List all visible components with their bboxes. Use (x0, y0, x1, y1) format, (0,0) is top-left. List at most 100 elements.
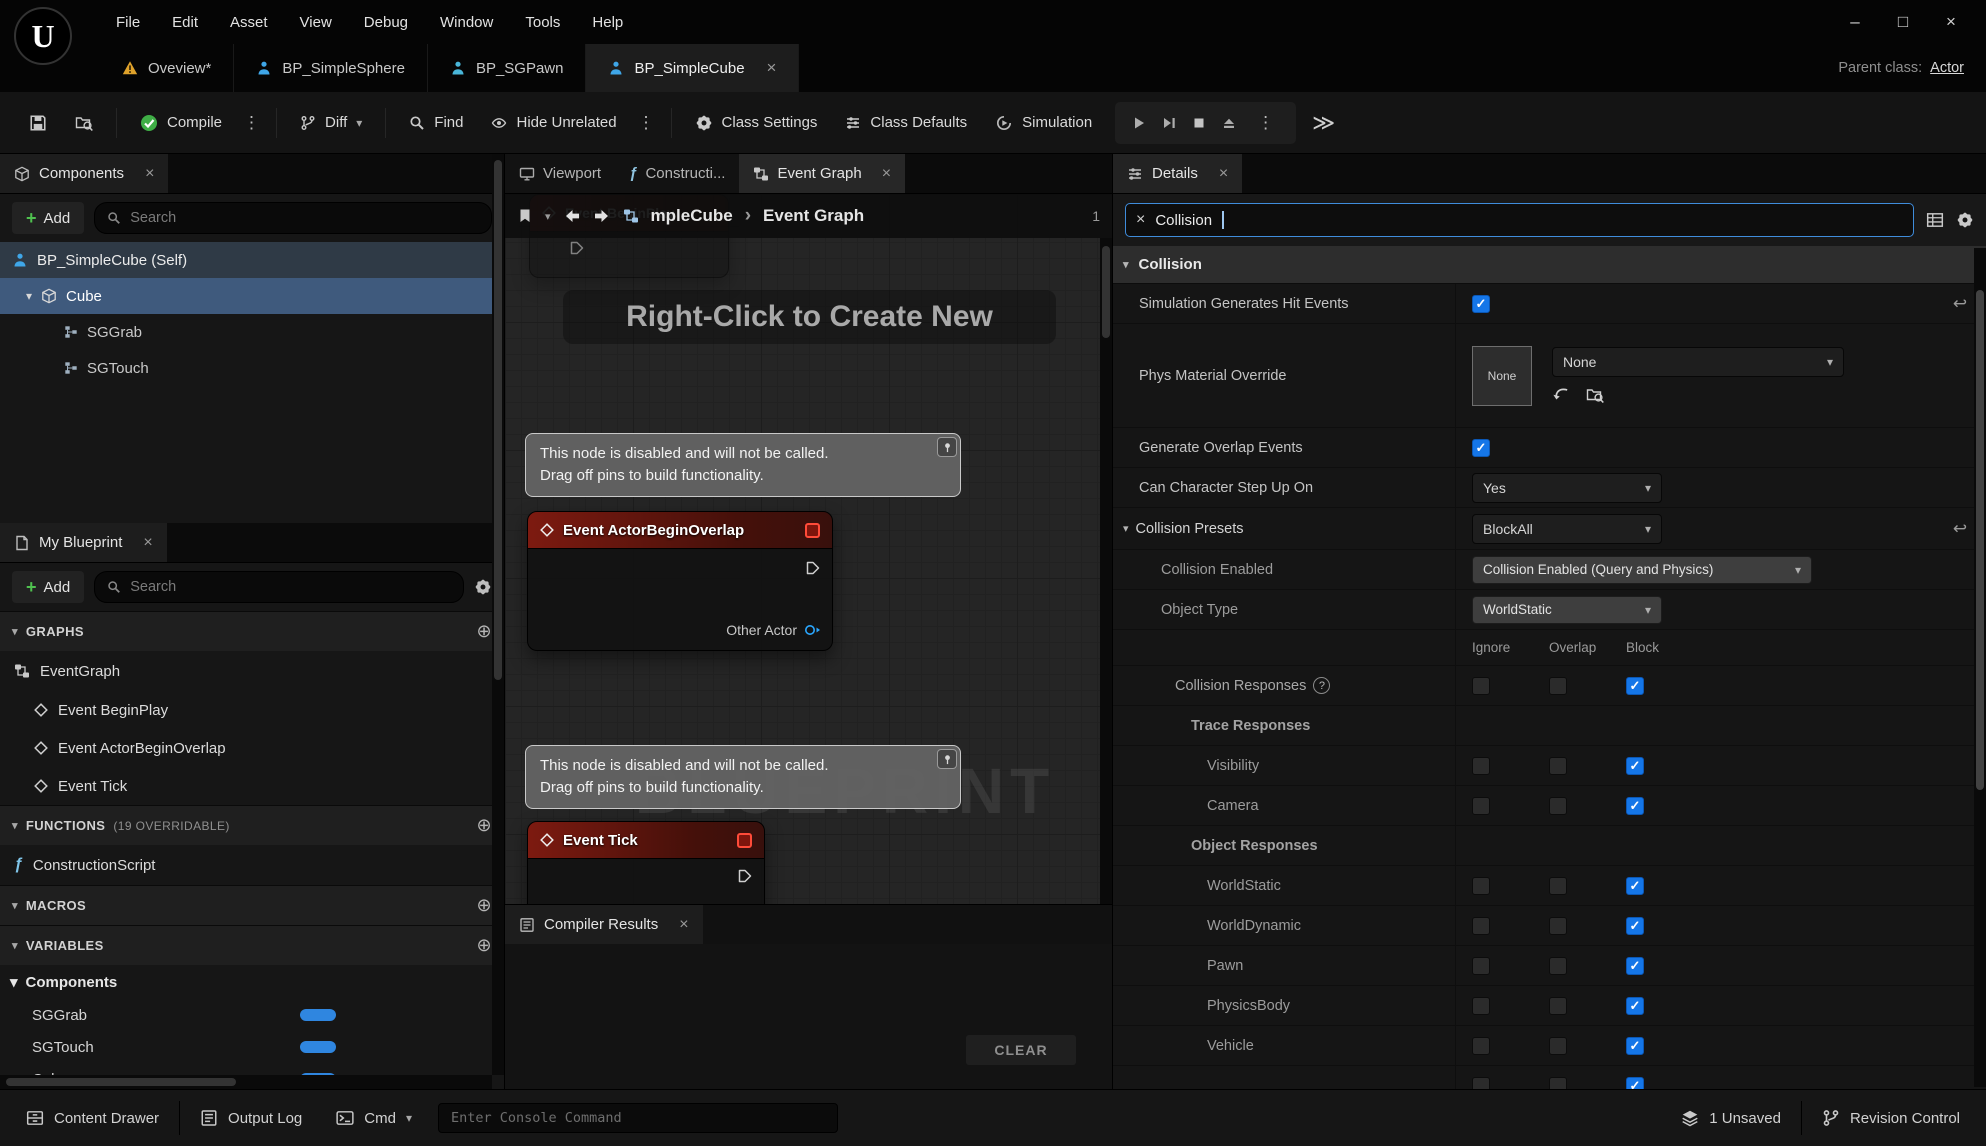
tree-item-sgtouch[interactable]: SGTouch (0, 350, 504, 386)
add-variable-icon[interactable]: ⊕ (477, 935, 492, 956)
checkbox-simulation-generates-hit-events[interactable] (1472, 295, 1490, 313)
parent-class-link[interactable]: Actor (1930, 60, 1964, 76)
checkbox-ignore[interactable] (1472, 1037, 1490, 1055)
stop-icon[interactable] (1191, 115, 1207, 131)
checkbox-block[interactable] (1626, 1077, 1644, 1089)
my-blueprint-search-input[interactable] (130, 579, 451, 595)
collision-enabled-dropdown[interactable]: Collision Enabled (Query and Physics) ▾ (1472, 556, 1812, 584)
object-pin-icon[interactable] (804, 623, 822, 637)
scrollbar-thumb[interactable] (1102, 246, 1110, 338)
menu-tools[interactable]: Tools (509, 0, 576, 44)
toolbar-overflow-icon[interactable]: ≫ (1312, 110, 1335, 136)
phys-material-thumbnail[interactable]: None (1472, 346, 1532, 406)
tab-details[interactable]: Details × (1113, 154, 1242, 193)
graphs-section-header[interactable]: ▾ GRAPHS ⊕ (0, 611, 504, 651)
pushpin-icon[interactable] (937, 437, 957, 457)
tab-bp-sgpawn[interactable]: BP_SGPawn (428, 44, 587, 92)
bookmark-chevron-icon[interactable]: ▾ (545, 210, 551, 223)
checkbox-generate-overlap-events[interactable] (1472, 439, 1490, 457)
eject-icon[interactable] (1221, 115, 1237, 131)
tab-compiler-results[interactable]: Compiler Results × (505, 905, 703, 944)
clear-button[interactable]: CLEAR (966, 1035, 1076, 1065)
tree-item-cube[interactable]: ▾ Cube (0, 278, 504, 314)
tab-viewport[interactable]: Viewport (505, 154, 615, 193)
tab-overview[interactable]: Oveview* (100, 44, 234, 92)
play-options-icon[interactable]: ⋮ (1251, 113, 1280, 133)
simulation-button[interactable]: Simulation (982, 101, 1105, 145)
display-options-icon[interactable] (1926, 211, 1944, 229)
checkbox-overlap[interactable] (1549, 1077, 1567, 1089)
details-vertical-scrollbar[interactable] (1974, 248, 1986, 1087)
minimize-button[interactable]: – (1836, 7, 1874, 37)
object-type-dropdown[interactable]: WorldStatic ▾ (1472, 596, 1662, 624)
node-event-actorbeginoverlap[interactable]: Event ActorBeginOverlap Other Actor (527, 511, 833, 651)
bookmark-icon[interactable] (517, 208, 533, 224)
my-blueprint-search[interactable] (94, 571, 464, 603)
checkbox-overlap[interactable] (1549, 757, 1567, 775)
help-icon[interactable]: ? (1313, 677, 1330, 694)
checkbox-ignore[interactable] (1472, 997, 1490, 1015)
checkbox-ignore[interactable] (1472, 757, 1490, 775)
checkbox-ignore[interactable] (1472, 957, 1490, 975)
tree-item-self[interactable]: BP_SimpleCube (Self) (0, 242, 504, 278)
tab-bp-simplecube[interactable]: BP_SimpleCube × (586, 44, 799, 92)
functions-section-header[interactable]: ▾ FUNCTIONS (19 OVERRIDABLE) ⊕ (0, 805, 504, 845)
add-graph-icon[interactable]: ⊕ (477, 621, 492, 642)
phys-material-dropdown[interactable]: None ▾ (1552, 347, 1844, 377)
add-blueprint-item-button[interactable]: + Add (12, 571, 84, 603)
revert-icon[interactable]: ↩ (1953, 294, 1967, 314)
variable-sgtouch[interactable]: SGTouch (0, 1031, 504, 1063)
checkbox-overlap[interactable] (1549, 997, 1567, 1015)
node-event-tick[interactable]: Event Tick (527, 821, 765, 904)
cmd-button[interactable]: Cmd ▾ (322, 1098, 426, 1138)
checkbox-block[interactable] (1626, 677, 1644, 695)
checkbox-block[interactable] (1626, 877, 1644, 895)
variables-section-header[interactable]: ▾ VARIABLES ⊕ (0, 925, 504, 965)
output-log-button[interactable]: Output Log (186, 1098, 316, 1138)
menu-edit[interactable]: Edit (156, 0, 214, 44)
forward-arrow-icon[interactable] (593, 207, 611, 225)
console-command-input[interactable] (451, 1110, 825, 1126)
menu-view[interactable]: View (284, 0, 348, 44)
tab-bp-simplesphere[interactable]: BP_SimpleSphere (234, 44, 428, 92)
menu-help[interactable]: Help (576, 0, 639, 44)
content-drawer-button[interactable]: Content Drawer (12, 1098, 173, 1138)
components-search-input[interactable] (130, 210, 479, 226)
checkbox-block[interactable] (1626, 957, 1644, 975)
details-search-box[interactable]: × Collision (1125, 203, 1914, 237)
event-graph-canvas[interactable]: Event BeginPlay ▾ mpleCube › Event Graph (505, 194, 1112, 904)
diff-button[interactable]: Diff ▾ (287, 101, 375, 145)
expander-icon[interactable]: ▾ (26, 289, 32, 303)
checkbox-block[interactable] (1626, 1037, 1644, 1055)
console-command-box[interactable] (438, 1103, 838, 1133)
frame-skip-icon[interactable] (1161, 115, 1177, 131)
construction-script-item[interactable]: ƒ ConstructionScript (0, 845, 504, 885)
close-tab-icon[interactable]: × (767, 58, 777, 78)
other-actor-pin[interactable]: Other Actor (726, 622, 822, 638)
close-icon[interactable]: × (1219, 165, 1228, 183)
scrollbar-thumb[interactable] (494, 160, 502, 680)
unsaved-button[interactable]: 1 Unsaved (1667, 1098, 1795, 1138)
breadcrumb-page[interactable]: Event Graph (763, 206, 864, 226)
clear-search-icon[interactable]: × (1136, 211, 1145, 229)
checkbox-block[interactable] (1626, 757, 1644, 775)
compile-options-icon[interactable]: ⋮ (237, 113, 266, 133)
close-button[interactable]: × (1932, 7, 1970, 37)
left-horizontal-scrollbar[interactable] (0, 1075, 492, 1089)
variable-sggrab[interactable]: SGGrab (0, 999, 504, 1031)
checkbox-ignore[interactable] (1472, 877, 1490, 895)
use-selected-asset-icon[interactable] (1552, 386, 1570, 404)
event-actorbeginoverlap-item[interactable]: Event ActorBeginOverlap (0, 729, 504, 767)
macros-section-header[interactable]: ▾ MACROS ⊕ (0, 885, 504, 925)
tab-event-graph[interactable]: Event Graph × (739, 154, 905, 193)
add-function-icon[interactable]: ⊕ (477, 815, 492, 836)
gear-icon[interactable] (474, 578, 492, 596)
checkbox-block[interactable] (1626, 917, 1644, 935)
checkbox-block[interactable] (1626, 997, 1644, 1015)
collision-presets-dropdown[interactable]: BlockAll ▾ (1472, 514, 1662, 544)
save-button[interactable] (16, 101, 60, 145)
variable-type-pill[interactable] (300, 1009, 336, 1021)
variables-category-components[interactable]: ▾ Components (0, 965, 504, 999)
browse-to-asset-button[interactable] (62, 101, 106, 145)
browse-to-asset-icon[interactable] (1586, 386, 1604, 404)
